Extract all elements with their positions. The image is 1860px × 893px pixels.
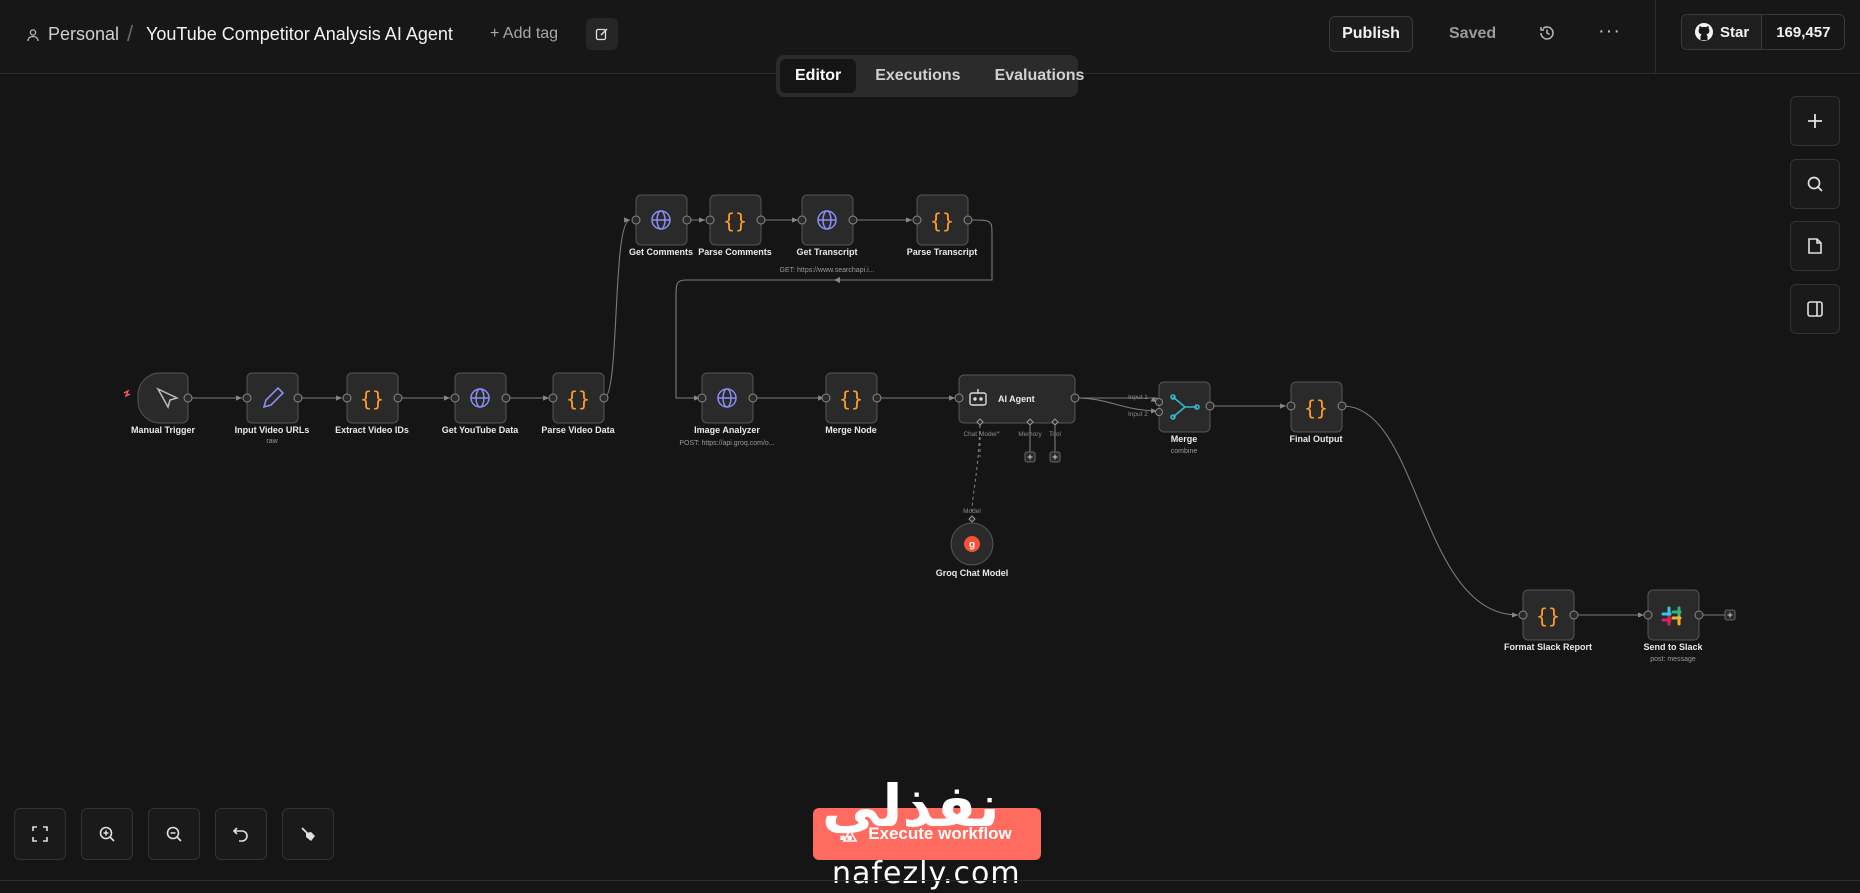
required-marker: * — [997, 431, 1000, 438]
fit-view-button[interactable] — [14, 808, 66, 860]
github-star-widget[interactable]: Star 169,457 — [1681, 14, 1846, 50]
node-get-transcript[interactable]: Get Transcript GET: https://www.searchap… — [780, 194, 875, 274]
code-braces-icon: {} — [839, 387, 863, 411]
workflow-canvas[interactable]: Manual Trigger Input Video URLs raw {} E… — [0, 75, 1860, 875]
connection-arrow — [834, 277, 840, 283]
undo-icon — [232, 827, 248, 842]
node-label: Input Video URLs — [235, 425, 310, 435]
zoom-out-icon — [166, 826, 182, 842]
node-label: Final Output — [1290, 434, 1343, 444]
node-label: Get Transcript — [796, 247, 857, 257]
node-image-analyzer[interactable]: Image Analyzer POST: https://api.groq.co… — [679, 372, 775, 447]
node-ai-agent[interactable]: AI Agent Chat Model * Memory Tool — [954, 374, 1080, 463]
tidy-up-button[interactable] — [282, 808, 334, 860]
node-format-slack-report[interactable]: {} Format Slack Report — [1504, 589, 1592, 652]
edit-description-button[interactable] — [586, 18, 618, 50]
node-final-output[interactable]: {} Final Output — [1286, 381, 1347, 444]
node-label: Parse Comments — [698, 247, 772, 257]
node-label: Send to Slack — [1643, 642, 1703, 652]
add-next-node-button[interactable] — [1724, 609, 1736, 621]
zoom-in-icon — [99, 826, 115, 842]
zoom-out-button[interactable] — [148, 808, 200, 860]
trigger-bolt-icon — [123, 389, 131, 398]
code-braces-icon: {} — [566, 387, 590, 411]
zoom-in-button[interactable] — [81, 808, 133, 860]
add-tool-button[interactable] — [1049, 451, 1061, 463]
port-memory-label: Memory — [1018, 431, 1042, 438]
node-label: Parse Transcript — [907, 247, 978, 257]
port-input1-label: Input 1 — [1128, 394, 1148, 401]
port-chat-model-label: Chat Model — [963, 431, 997, 438]
code-braces-icon: {} — [723, 209, 747, 233]
code-braces-icon: {} — [1304, 396, 1328, 420]
node-input-video-urls[interactable]: Input Video URLs raw — [235, 372, 310, 445]
bottom-divider — [0, 880, 1860, 881]
node-label: Merge Node — [825, 425, 877, 435]
breadcrumb-personal[interactable]: Personal — [26, 24, 119, 45]
node-merge[interactable]: Input 1 Input 2 Merge combine — [1128, 381, 1215, 455]
node-send-to-slack[interactable]: Send to Slack post: message — [1643, 589, 1704, 663]
github-star-count: 169,457 — [1762, 15, 1845, 49]
node-subtitle: post: message — [1650, 656, 1696, 663]
node-get-comments[interactable]: Get Comments — [629, 194, 693, 257]
node-parse-video-data[interactable]: {} Parse Video Data — [541, 372, 616, 435]
code-braces-icon: {} — [360, 387, 384, 411]
add-tag-button[interactable]: + Add tag — [490, 25, 558, 43]
publish-button[interactable]: Publish — [1329, 16, 1413, 52]
github-star-label: Star — [1720, 23, 1750, 41]
groq-icon-glyph: g — [969, 540, 975, 551]
port-model-label: Model — [963, 508, 981, 515]
node-subtitle: POST: https://api.groq.com/o... — [679, 440, 774, 447]
code-braces-icon: {} — [1536, 604, 1560, 628]
node-parse-transcript[interactable]: {} Parse Transcript — [907, 194, 978, 257]
port-input2-label: Input 2 — [1128, 411, 1148, 418]
user-icon — [27, 28, 39, 41]
node-subtitle: raw — [266, 438, 278, 445]
node-merge-node[interactable]: {} Merge Node — [821, 372, 882, 435]
undo-button[interactable] — [215, 808, 267, 860]
watermark-arabic: نفذلي — [822, 772, 1000, 840]
port-tool-label: Tool — [1049, 431, 1061, 438]
node-manual-trigger[interactable]: Manual Trigger — [131, 372, 196, 435]
node-get-youtube-data[interactable]: Get YouTube Data — [442, 372, 520, 435]
node-label: Get YouTube Data — [442, 425, 520, 435]
node-subtitle: combine — [1171, 448, 1198, 455]
node-label: Get Comments — [629, 247, 693, 257]
node-subtitle: GET: https://www.searchapi.i... — [780, 267, 875, 274]
add-memory-button[interactable] — [1024, 451, 1036, 463]
more-options-icon[interactable]: ··· — [1598, 20, 1621, 43]
node-label: Image Analyzer — [694, 425, 760, 435]
node-groq-chat-model[interactable]: Model g Groq Chat Model — [936, 508, 1009, 578]
node-label: Extract Video IDs — [335, 425, 409, 435]
github-star-button[interactable]: Star — [1682, 15, 1763, 49]
node-parse-comments[interactable]: {} Parse Comments — [698, 194, 772, 257]
edit-icon — [595, 28, 608, 41]
node-label: Parse Video Data — [541, 425, 615, 435]
history-icon[interactable] — [1538, 24, 1556, 47]
node-label: AI Agent — [998, 394, 1035, 404]
saved-status: Saved — [1449, 25, 1497, 42]
workflow-title[interactable]: YouTube Competitor Analysis AI Agent — [146, 24, 453, 45]
node-extract-video-ids[interactable]: {} Extract Video IDs — [335, 372, 409, 435]
watermark-url: nafezly.com — [832, 856, 1021, 891]
code-braces-icon: {} — [930, 209, 954, 233]
node-label: Groq Chat Model — [936, 568, 1009, 578]
breadcrumb-separator: / — [127, 21, 134, 46]
fit-view-icon — [32, 826, 48, 842]
header-divider — [1655, 0, 1656, 74]
node-label: Merge — [1171, 434, 1198, 444]
node-label: Format Slack Report — [1504, 642, 1592, 652]
breadcrumb-personal-label: Personal — [48, 24, 120, 44]
broom-icon — [301, 827, 315, 841]
github-icon — [1695, 23, 1713, 41]
node-label: Manual Trigger — [131, 425, 196, 435]
